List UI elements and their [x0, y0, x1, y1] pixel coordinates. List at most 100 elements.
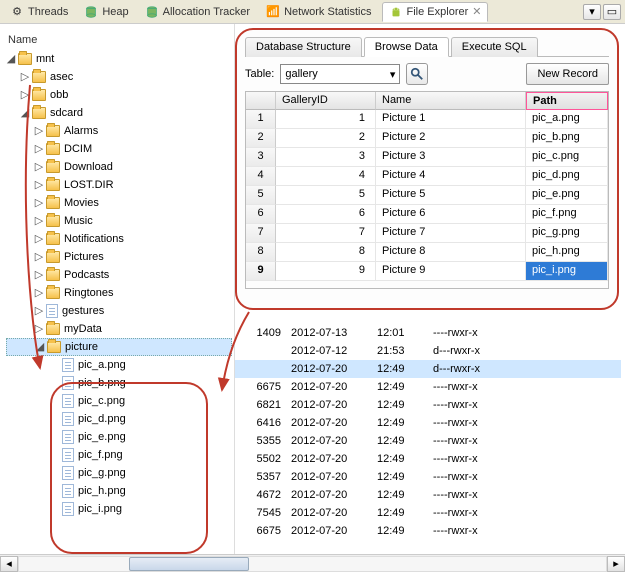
tree-node-obb[interactable]: ▷obb — [6, 86, 232, 104]
db-tab-structure[interactable]: Database Structure — [245, 37, 362, 57]
horizontal-scrollbar[interactable]: ◂ ▸ — [0, 554, 625, 572]
file-detail-row[interactable]: 68212012-07-2012:49----rwxr-x — [235, 396, 621, 414]
collapse-icon[interactable]: ◢ — [6, 54, 16, 64]
expand-icon[interactable]: ▷ — [34, 126, 44, 136]
expand-icon[interactable]: ▷ — [34, 162, 44, 172]
db-col-name[interactable]: Name — [376, 92, 526, 110]
collapse-icon[interactable]: ◢ — [35, 342, 45, 352]
file-detail-row[interactable]: 2012-07-1221:53d---rwxr-x — [235, 342, 621, 360]
expand-icon[interactable]: ▷ — [20, 90, 30, 100]
db-col-rownum[interactable] — [246, 92, 276, 110]
tree-node-music[interactable]: ▷Music — [6, 212, 232, 230]
db-cell-path: pic_d.png — [526, 167, 608, 186]
tree-node-download[interactable]: ▷Download — [6, 158, 232, 176]
tree-node-pic_a-png[interactable]: pic_a.png — [6, 356, 232, 374]
db-col-path[interactable]: Path — [526, 92, 608, 110]
db-tab-sql[interactable]: Execute SQL — [451, 37, 538, 57]
db-cell-rownum: 1 — [246, 110, 276, 129]
db-row[interactable]: 22Picture 2pic_b.png — [246, 129, 608, 148]
tree-node-ringtones[interactable]: ▷Ringtones — [6, 284, 232, 302]
db-row[interactable]: 66Picture 6pic_f.png — [246, 205, 608, 224]
db-tab-bar: Database Structure Browse Data Execute S… — [245, 36, 609, 57]
file-permissions: ----rwxr-x — [433, 525, 621, 537]
tree-node-pic_b-png[interactable]: pic_b.png — [6, 374, 232, 392]
expand-icon[interactable]: ▷ — [34, 234, 44, 244]
close-icon[interactable]: ✕ — [472, 5, 481, 18]
expand-icon[interactable]: ▷ — [34, 216, 44, 226]
file-detail-row[interactable]: 2012-07-2012:49d---rwxr-x — [235, 360, 621, 378]
tree-node-pic_g-png[interactable]: pic_g.png — [6, 464, 232, 482]
expand-icon[interactable]: ▷ — [34, 288, 44, 298]
tree-node-mnt[interactable]: ◢mnt — [6, 50, 232, 68]
table-select[interactable]: gallery▾ — [280, 64, 400, 84]
tree-node-asec[interactable]: ▷asec — [6, 68, 232, 86]
tree-node-pic_f-png[interactable]: pic_f.png — [6, 446, 232, 464]
scroll-thumb[interactable] — [129, 557, 249, 571]
scroll-right-button[interactable]: ▸ — [607, 556, 625, 572]
expand-icon[interactable]: ▷ — [34, 144, 44, 154]
expand-icon[interactable]: ▷ — [34, 270, 44, 280]
expand-icon[interactable]: ▷ — [34, 306, 44, 316]
expand-icon[interactable]: ▷ — [34, 324, 44, 334]
db-row[interactable]: 11Picture 1pic_a.png — [246, 110, 608, 129]
tree-node-pic_c-png[interactable]: pic_c.png — [6, 392, 232, 410]
tree-node-gestures[interactable]: ▷gestures — [6, 302, 232, 320]
network-icon: 📶 — [266, 5, 280, 19]
tree-node-mydata[interactable]: ▷myData — [6, 320, 232, 338]
db-row[interactable]: 33Picture 3pic_c.png — [246, 148, 608, 167]
tree-node-pictures[interactable]: ▷Pictures — [6, 248, 232, 266]
tab-threads[interactable]: ⚙Threads — [4, 3, 74, 21]
tree-node-notifications[interactable]: ▷Notifications — [6, 230, 232, 248]
db-row[interactable]: 99Picture 9pic_i.png — [246, 262, 608, 281]
db-col-galleryid[interactable]: GalleryID — [276, 92, 376, 110]
db-cell-galleryid: 2 — [276, 129, 376, 148]
file-detail-row[interactable]: 53552012-07-2012:49----rwxr-x — [235, 432, 621, 450]
tree-node-alarms[interactable]: ▷Alarms — [6, 122, 232, 140]
db-row[interactable]: 77Picture 7pic_g.png — [246, 224, 608, 243]
tree-node-pic_i-png[interactable]: pic_i.png — [6, 500, 232, 518]
file-date: 2012-07-20 — [291, 399, 377, 411]
tab-file-explorer[interactable]: File Explorer✕ — [382, 2, 489, 22]
file-detail-row[interactable]: 66752012-07-2012:49----rwxr-x — [235, 378, 621, 396]
magnifier-icon — [410, 67, 424, 81]
file-detail-row[interactable]: 75452012-07-2012:49----rwxr-x — [235, 504, 621, 522]
tree-node-pic_e-png[interactable]: pic_e.png — [6, 428, 232, 446]
tree-node-podcasts[interactable]: ▷Podcasts — [6, 266, 232, 284]
db-cell-galleryid: 3 — [276, 148, 376, 167]
new-record-button[interactable]: New Record — [526, 63, 609, 85]
scroll-track[interactable] — [18, 556, 607, 572]
folder-icon — [47, 341, 61, 353]
tree-node-pic_d-png[interactable]: pic_d.png — [6, 410, 232, 428]
expand-icon[interactable]: ▷ — [34, 252, 44, 262]
expand-icon[interactable]: ▷ — [34, 180, 44, 190]
search-button[interactable] — [406, 63, 428, 85]
tab-allocation-tracker[interactable]: Allocation Tracker — [139, 3, 256, 21]
db-row[interactable]: 88Picture 8pic_h.png — [246, 243, 608, 262]
tree-node-pic_h-png[interactable]: pic_h.png — [6, 482, 232, 500]
tree-node-picture[interactable]: ◢picture — [6, 338, 232, 356]
collapse-icon[interactable]: ◢ — [20, 108, 30, 118]
tree-node-dcim[interactable]: ▷DCIM — [6, 140, 232, 158]
file-icon — [62, 448, 74, 462]
file-detail-row[interactable]: 55022012-07-2012:49----rwxr-x — [235, 450, 621, 468]
file-detail-row[interactable]: 14092012-07-1312:01----rwxr-x — [235, 324, 621, 342]
expand-icon[interactable]: ▷ — [20, 72, 30, 82]
tree-node-sdcard[interactable]: ◢sdcard — [6, 104, 232, 122]
db-row[interactable]: 44Picture 4pic_d.png — [246, 167, 608, 186]
file-detail-row[interactable]: 46722012-07-2012:49----rwxr-x — [235, 486, 621, 504]
tree-node-lost-dir[interactable]: ▷LOST.DIR — [6, 176, 232, 194]
expand-icon[interactable]: ▷ — [34, 198, 44, 208]
file-detail-row[interactable]: 64162012-07-2012:49----rwxr-x — [235, 414, 621, 432]
db-tab-browse[interactable]: Browse Data — [364, 37, 449, 57]
tree-node-movies[interactable]: ▷Movies — [6, 194, 232, 212]
file-detail-row[interactable]: 53572012-07-2012:49----rwxr-x — [235, 468, 621, 486]
file-detail-row[interactable]: 66752012-07-2012:49----rwxr-x — [235, 522, 621, 540]
tab-network-statistics[interactable]: 📶Network Statistics — [260, 3, 377, 21]
file-tree[interactable]: ◢mnt ▷asec ▷obb ◢sdcard ▷Alarms▷DCIM▷Dow… — [0, 50, 234, 518]
minimize-button[interactable]: ▭ — [603, 4, 621, 20]
view-menu-button[interactable]: ▾ — [583, 4, 601, 20]
db-row[interactable]: 55Picture 5pic_e.png — [246, 186, 608, 205]
db-data-grid[interactable]: GalleryID Name Path 11Picture 1pic_a.png… — [245, 91, 609, 289]
scroll-left-button[interactable]: ◂ — [0, 556, 18, 572]
tab-heap[interactable]: Heap — [78, 3, 134, 21]
